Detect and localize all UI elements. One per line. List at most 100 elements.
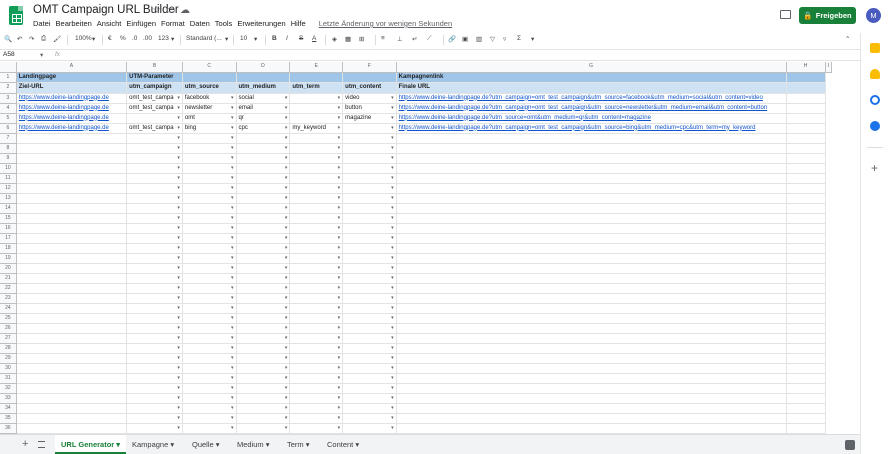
grid-cell[interactable] [786, 103, 826, 114]
grid-cell[interactable] [16, 163, 128, 174]
grid-cell[interactable] [126, 223, 183, 234]
grid-cell[interactable]: utm_source [182, 82, 237, 94]
grid-cell[interactable] [342, 143, 397, 154]
grid-cell[interactable] [342, 193, 397, 204]
row-header[interactable]: 9 [0, 153, 17, 164]
row-header[interactable]: 31 [0, 373, 17, 384]
grid-cell[interactable] [236, 293, 291, 304]
grid-cell[interactable] [289, 333, 344, 344]
grid-cell[interactable] [289, 213, 344, 224]
column-header-f[interactable]: F [342, 62, 397, 73]
avatar[interactable]: M [866, 8, 881, 23]
row-header[interactable]: 36 [0, 423, 17, 434]
row-header[interactable]: 33 [0, 393, 17, 404]
grid-cell[interactable] [786, 383, 826, 394]
grid-cell[interactable]: cpc [236, 123, 291, 134]
grid-cell[interactable] [16, 143, 128, 154]
grid-cell[interactable] [236, 383, 291, 394]
grid-cell[interactable] [342, 363, 397, 374]
row-header[interactable]: 20 [0, 263, 17, 274]
grid-cell[interactable] [182, 183, 237, 194]
grid-cell[interactable] [396, 303, 787, 314]
grid-cell[interactable] [236, 163, 291, 174]
menu-insert[interactable]: Einfügen [126, 19, 156, 28]
grid-cell[interactable] [236, 233, 291, 244]
grid-cell[interactable] [289, 183, 344, 194]
redo-icon[interactable]: ↷ [29, 35, 34, 43]
undo-icon[interactable]: ↶ [17, 35, 22, 43]
grid-cell[interactable] [16, 283, 128, 294]
insert-comment-icon[interactable]: ▣ [462, 35, 468, 43]
grid-cell[interactable] [16, 333, 128, 344]
grid-cell[interactable] [182, 303, 237, 314]
calendar-icon[interactable] [870, 43, 880, 53]
all-sheets-icon[interactable] [38, 441, 45, 448]
menu-view[interactable]: Ansicht [97, 19, 122, 28]
grid-cell[interactable] [126, 383, 183, 394]
grid-cell[interactable] [342, 303, 397, 314]
grid-cell[interactable] [182, 223, 237, 234]
column-header-i[interactable]: I [825, 62, 832, 73]
grid-cell[interactable] [182, 173, 237, 184]
grid-cell[interactable] [16, 203, 128, 214]
grid-cell[interactable] [182, 193, 237, 204]
grid-cell[interactable] [236, 403, 291, 414]
row-header[interactable]: 30 [0, 363, 17, 374]
row-header[interactable]: 22 [0, 283, 17, 294]
grid-cell[interactable] [342, 313, 397, 324]
grid-cell[interactable] [16, 243, 128, 254]
grid-cell[interactable] [289, 223, 344, 234]
grid-cell[interactable] [236, 193, 291, 204]
grid-cell[interactable]: button [342, 103, 397, 114]
horizontal-align-icon[interactable]: ≡ [381, 35, 385, 42]
fill-color-icon[interactable]: ◈ [332, 35, 337, 43]
tab-medium[interactable]: Medium ▾ [231, 435, 276, 454]
grid-cell[interactable] [126, 403, 183, 414]
grid-cell[interactable] [16, 413, 128, 424]
vertical-align-icon[interactable]: ⊥ [397, 35, 403, 43]
functions-icon[interactable]: Σ [517, 35, 521, 42]
grid-cell[interactable] [182, 143, 237, 154]
row-header[interactable]: 10 [0, 163, 17, 174]
grid-cell[interactable] [236, 243, 291, 254]
tasks-icon[interactable] [870, 95, 880, 105]
row-header[interactable]: 13 [0, 193, 17, 204]
grid-cell[interactable] [786, 273, 826, 284]
grid-cell[interactable] [786, 373, 826, 384]
grid-cell[interactable] [786, 413, 826, 424]
grid-cell[interactable] [236, 393, 291, 404]
grid-cell[interactable] [396, 193, 787, 204]
grid-cell[interactable]: utm_term [289, 82, 344, 94]
grid-cell[interactable]: omt_test_campa [126, 93, 183, 104]
row-header[interactable]: 26 [0, 323, 17, 334]
grid-cell[interactable] [396, 153, 787, 164]
grid-cell[interactable] [16, 273, 128, 284]
collapse-menu-icon[interactable]: ⌃ [845, 35, 850, 43]
grid-cell[interactable] [786, 403, 826, 414]
grid-cell[interactable] [396, 223, 787, 234]
grid-cell[interactable] [289, 93, 344, 104]
grid-cell[interactable] [342, 333, 397, 344]
grid-cell[interactable] [289, 113, 344, 124]
grid-cell[interactable] [182, 423, 237, 434]
grid-cell[interactable] [396, 383, 787, 394]
grid-cell[interactable] [396, 203, 787, 214]
grid-cell[interactable] [289, 103, 344, 114]
strikethrough-button[interactable]: S [299, 35, 303, 42]
grid-cell[interactable] [182, 163, 237, 174]
grid-cell[interactable]: https://www.deine-landingpage.de [16, 103, 128, 114]
share-button[interactable]: 🔒 Freigeben [799, 7, 856, 24]
grid-cell[interactable] [342, 413, 397, 424]
grid-cell[interactable] [396, 393, 787, 404]
row-header[interactable]: 4 [0, 103, 17, 114]
grid-cell[interactable] [16, 263, 128, 274]
grid-cell[interactable]: Finale URL [396, 82, 787, 94]
row-header[interactable]: 24 [0, 303, 17, 314]
comment-history-icon[interactable] [780, 10, 791, 19]
grid-cell[interactable] [182, 353, 237, 364]
tab-kampagne[interactable]: Kampagne ▾ [126, 435, 180, 454]
row-header[interactable]: 28 [0, 343, 17, 354]
grid-cell[interactable] [16, 393, 128, 404]
grid-cell[interactable] [182, 383, 237, 394]
grid-cell[interactable]: UTM-Parameter [126, 72, 183, 83]
